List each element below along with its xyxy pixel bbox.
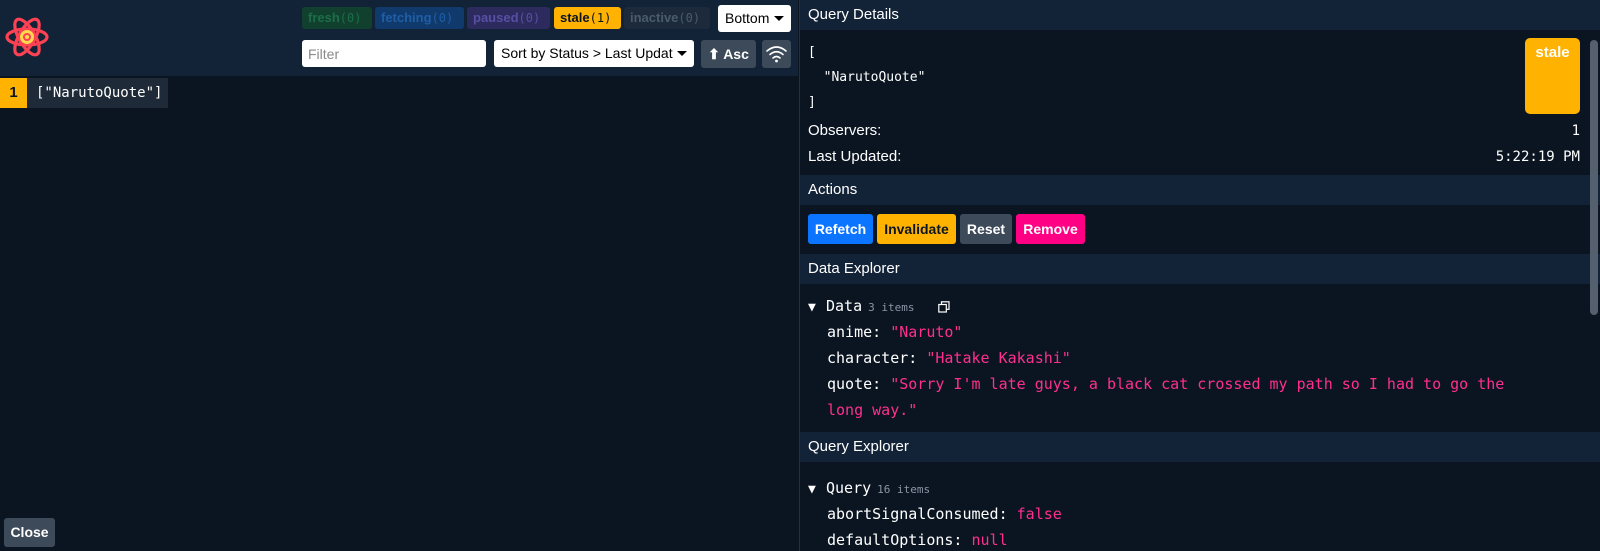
last-updated-label: Last Updated: — [808, 148, 902, 165]
entry-value: null — [971, 531, 1008, 549]
filter-input[interactable] — [302, 40, 486, 67]
wifi-icon — [766, 46, 787, 63]
toolbar: fresh(0) fetching(0) paused(0) stale(1) … — [0, 0, 798, 76]
entry-key: quote: — [827, 375, 882, 393]
chevron-down-icon — [774, 16, 784, 21]
data-explorer-tree: ▼ Data 3 items anime: "Naruto" character: … — [808, 293, 1504, 423]
query-explorer-tree: ▼ Query 16 items abortSignalConsumed: fals… — [808, 475, 1062, 551]
network-mode-button[interactable] — [762, 40, 791, 68]
observers-label: Observers: — [808, 122, 882, 139]
close-button[interactable]: Close — [4, 518, 55, 547]
status-badge-fetching: fetching(0) — [375, 7, 464, 29]
query-status-badge: stale — [1525, 38, 1580, 114]
chevron-down-icon — [677, 51, 687, 56]
expand-arrow-icon[interactable]: ▼ — [808, 477, 826, 503]
observers-value: 1 — [1571, 123, 1580, 139]
sort-select[interactable]: Sort by Status > Last Updated — [494, 40, 694, 67]
entry-value-continued: long way." — [827, 401, 918, 419]
observer-count: 1 — [0, 78, 27, 108]
entry-key: defaultOptions: — [827, 531, 963, 549]
entry-key: abortSignalConsumed: — [827, 505, 1008, 523]
entry-value: "Sorry I'm late guys, a black cat crosse… — [890, 375, 1505, 393]
panel-position-value: Bottom — [725, 10, 770, 26]
entry-value: "Naruto" — [890, 323, 963, 341]
node-label: Query — [826, 479, 872, 497]
sort-order-button[interactable]: ⬆ Asc — [701, 40, 756, 68]
query-key: ["NarutoQuote"] — [36, 85, 163, 101]
data-entry-quote: quote: "Sorry I'm late guys, a black cat… — [808, 371, 1504, 397]
query-key-detail: [ "NarutoQuote" ] — [808, 45, 926, 110]
details-scrollbar[interactable] — [1590, 40, 1598, 315]
actions-heading: Actions — [800, 175, 1600, 205]
item-count: 16 items — [877, 483, 931, 496]
last-updated-row: Last Updated: 5:22:19 PM — [808, 145, 1580, 169]
copy-icon[interactable] — [937, 300, 950, 313]
query-explorer-heading: Query Explorer — [800, 432, 1600, 462]
status-badge-inactive: inactive(0) — [624, 7, 710, 29]
node-label: Data — [826, 297, 863, 315]
data-entry-anime: anime: "Naruto" — [808, 319, 1504, 345]
query-list-item[interactable]: 1 ["NarutoQuote"] — [0, 78, 168, 108]
query-details-heading: Query Details — [800, 0, 1600, 30]
query-list-panel: fresh(0) fetching(0) paused(0) stale(1) … — [0, 0, 798, 551]
status-badge-paused: paused(0) — [467, 7, 550, 29]
entry-value: false — [1016, 505, 1062, 523]
status-badge-fresh: fresh(0) — [302, 7, 372, 29]
item-count: 3 items — [868, 301, 915, 314]
refetch-button[interactable]: Refetch — [808, 214, 873, 244]
sort-value: Sort by Status > Last Updated — [501, 45, 673, 61]
panel-position-select[interactable]: Bottom — [718, 5, 791, 32]
data-explorer-heading: Data Explorer — [800, 254, 1600, 284]
status-badge-stale: stale(1) — [554, 7, 621, 29]
expand-arrow-icon[interactable]: ▼ — [808, 295, 826, 321]
observers-row: Observers: 1 — [808, 119, 1580, 143]
reset-button[interactable]: Reset — [960, 214, 1012, 244]
data-entry-quote-continued: long way." — [808, 397, 1504, 423]
remove-button[interactable]: Remove — [1016, 214, 1085, 244]
query-entry-default-options: defaultOptions: null — [808, 527, 1062, 551]
data-entry-character: character: "Hatake Kakashi" — [808, 345, 1504, 371]
query-details-panel: Query Details [ "NarutoQuote" ] stale Ob… — [799, 0, 1600, 551]
data-root-node[interactable]: ▼ Data 3 items — [808, 293, 1504, 319]
last-updated-value: 5:22:19 PM — [1495, 149, 1580, 165]
query-root-node[interactable]: ▼ Query 16 items — [808, 475, 1062, 501]
entry-key: character: — [827, 349, 918, 367]
entry-value: "Hatake Kakashi" — [926, 349, 1071, 367]
query-entry-abort-signal: abortSignalConsumed: false — [808, 501, 1062, 527]
invalidate-button[interactable]: Invalidate — [877, 214, 956, 244]
entry-key: anime: — [827, 323, 882, 341]
react-query-logo-icon — [5, 17, 49, 57]
